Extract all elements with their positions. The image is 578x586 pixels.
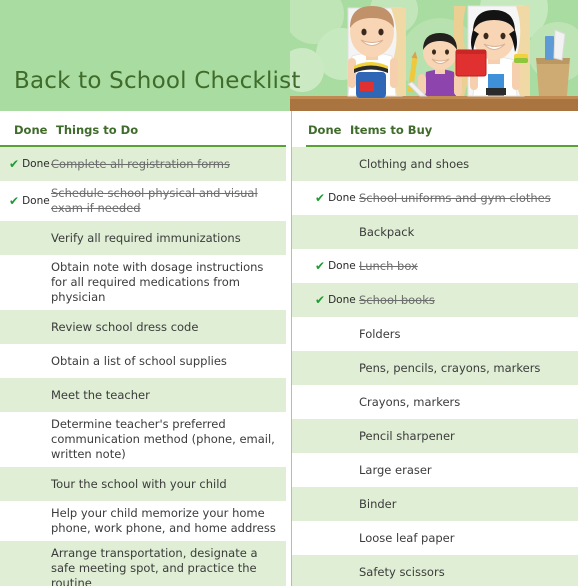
table-row[interactable]: ✔ Done Schedule school physical and visual…	[0, 181, 286, 221]
items-to-buy-table: Done Items to Buy Clothing and shoes ✔ Don…	[291, 111, 578, 586]
task-label: Determine teacher's preferred communicat…	[51, 417, 275, 461]
done-cell[interactable]: ✔ Done	[306, 260, 357, 273]
task-label: Arrange transportation, designate a safe…	[51, 546, 258, 586]
check-icon: ✔	[9, 157, 20, 171]
checklist-columns: Done Things to Do ✔ Done Complete all regi…	[0, 111, 578, 586]
things-to-do-table: Done Things to Do ✔ Done Complete all regi…	[0, 111, 291, 586]
task-label: Review school dress code	[51, 319, 199, 334]
done-cell[interactable]: ✔ Done	[0, 158, 51, 171]
column-header-things-to-do: Things to Do	[56, 123, 139, 137]
column-header-items-to-buy: Items to Buy	[350, 123, 433, 137]
table-row[interactable]: Meet the teacher	[0, 378, 286, 412]
task-label: Loose leaf paper	[359, 530, 455, 545]
table-row[interactable]: ✔ Done Complete all registration forms	[0, 147, 286, 181]
table-row[interactable]: Folders	[292, 317, 578, 351]
table-row[interactable]: Crayons, markers	[292, 385, 578, 419]
task-label: Verify all required immunizations	[51, 230, 241, 245]
done-label: Done	[328, 259, 356, 272]
table-row[interactable]: Large eraser	[292, 453, 578, 487]
task-label: Crayons, markers	[359, 394, 461, 409]
task-label: Safety scissors	[359, 564, 445, 579]
done-label: Done	[328, 293, 356, 306]
check-icon: ✔	[315, 191, 326, 205]
task-label: Lunch box	[359, 258, 418, 273]
table-row[interactable]: Pencil sharpener	[292, 419, 578, 453]
done-cell[interactable]: ✔ Done	[306, 192, 357, 205]
done-cell[interactable]: ✔ Done	[0, 195, 51, 208]
items-to-buy-rows: Clothing and shoes ✔ Done School uniforms a…	[292, 147, 578, 586]
task-label: Help your child memorize your home phone…	[51, 506, 276, 535]
task-label: Schedule school physical and visual exam…	[51, 186, 258, 215]
task-label: School uniforms and gym clothes	[359, 190, 551, 205]
task-label: Large eraser	[359, 462, 432, 477]
table-row[interactable]: Determine teacher's preferred communicat…	[0, 412, 286, 467]
checklist-page: Back to School Checklist Done Things to …	[0, 0, 578, 586]
table-row[interactable]: Backpack	[292, 215, 578, 249]
table-row[interactable]: Verify all required immunizations	[0, 221, 286, 255]
table-row[interactable]: Safety scissors	[292, 555, 578, 586]
task-label: Folders	[359, 326, 401, 341]
table-row[interactable]: Obtain note with dosage instructions for…	[0, 255, 286, 310]
column-header-done: Done	[14, 123, 48, 137]
task-label: Obtain note with dosage instructions for…	[51, 260, 264, 304]
things-to-do-rows: ✔ Done Complete all registration forms ✔ Don…	[0, 147, 291, 586]
column-header-done: Done	[308, 123, 342, 137]
page-banner: Back to School Checklist	[0, 0, 578, 111]
table-row[interactable]: Review school dress code	[0, 310, 286, 344]
task-label: Backpack	[359, 224, 415, 239]
check-icon: ✔	[315, 293, 326, 307]
items-to-buy-header-row: Done Items to Buy	[292, 111, 578, 137]
table-row[interactable]: Tour the school with your child	[0, 467, 286, 501]
task-label: Clothing and shoes	[359, 156, 470, 171]
task-label: Obtain a list of school supplies	[51, 353, 227, 368]
table-row[interactable]: Arrange transportation, designate a safe…	[0, 541, 286, 586]
check-icon: ✔	[315, 259, 326, 273]
table-row[interactable]: Loose leaf paper	[292, 521, 578, 555]
done-cell[interactable]: ✔ Done	[306, 294, 357, 307]
table-row[interactable]: ✔ Done School books	[292, 283, 578, 317]
table-row[interactable]: ✔ Done School uniforms and gym clothes	[292, 181, 578, 215]
task-label: School books	[359, 292, 435, 307]
table-row[interactable]: Help your child memorize your home phone…	[0, 501, 286, 541]
check-icon: ✔	[9, 194, 20, 208]
things-to-do-header-row: Done Things to Do	[0, 111, 291, 137]
done-label: Done	[22, 194, 50, 207]
page-title: Back to School Checklist	[14, 68, 301, 94]
task-label: Meet the teacher	[51, 387, 150, 402]
table-row[interactable]: Clothing and shoes	[292, 147, 578, 181]
task-label: Tour the school with your child	[51, 476, 227, 491]
done-label: Done	[328, 191, 356, 204]
task-label: Complete all registration forms	[51, 156, 230, 171]
task-label: Binder	[359, 496, 397, 511]
task-label: Pens, pencils, crayons, markers	[359, 360, 541, 375]
task-label: Pencil sharpener	[359, 428, 455, 443]
table-row[interactable]: Pens, pencils, crayons, markers	[292, 351, 578, 385]
table-row[interactable]: ✔ Done Lunch box	[292, 249, 578, 283]
table-row[interactable]: Obtain a list of school supplies	[0, 344, 286, 378]
done-label: Done	[22, 157, 50, 170]
back-to-school-family-illustration	[290, 0, 578, 111]
table-row[interactable]: Binder	[292, 487, 578, 521]
